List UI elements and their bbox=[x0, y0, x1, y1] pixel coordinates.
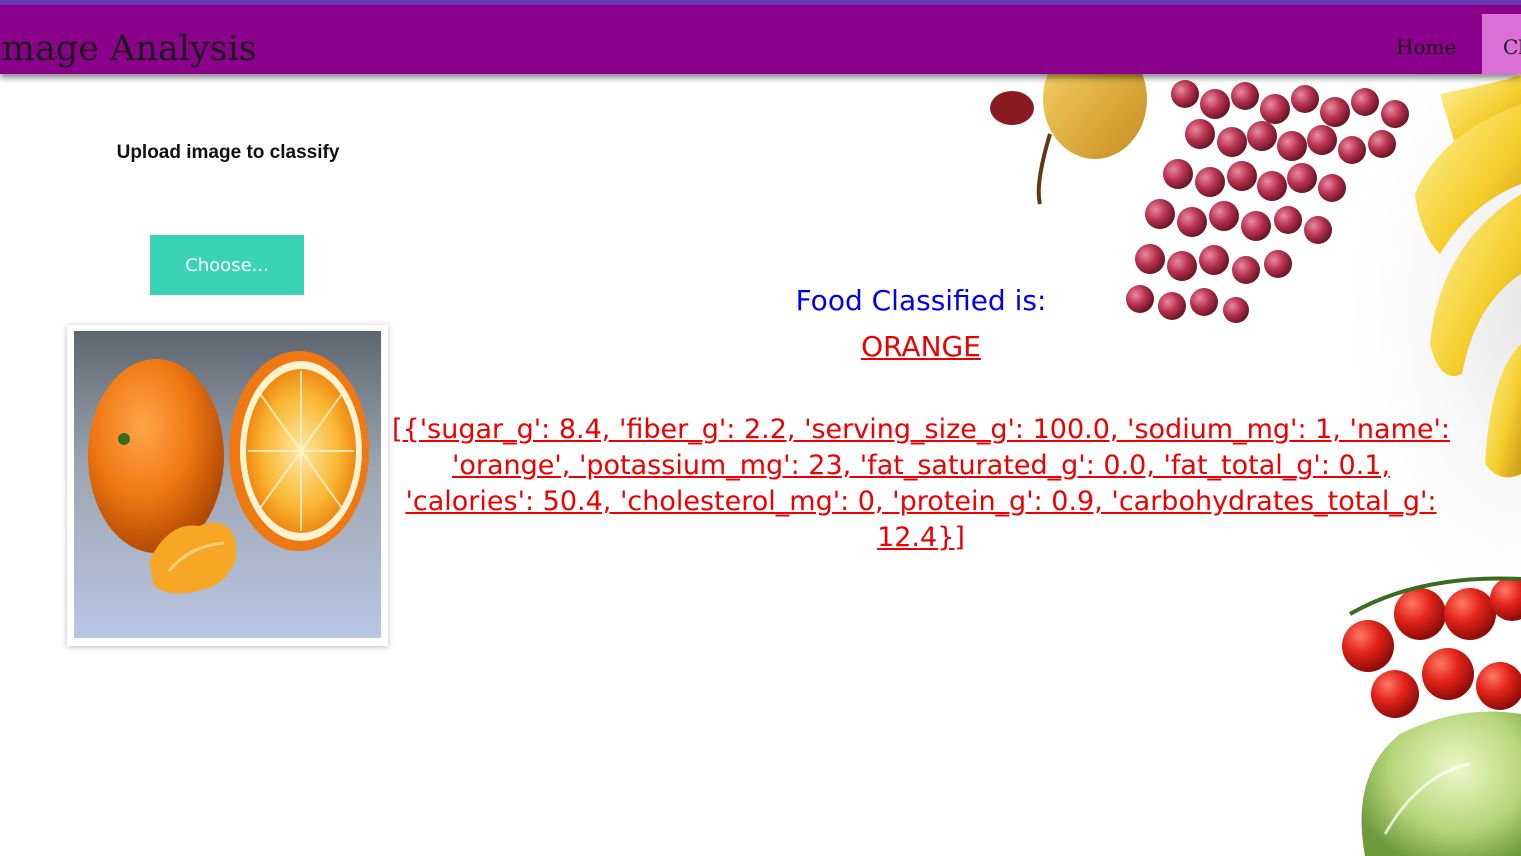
navbar: ion Image Analysis Home Cl bbox=[0, 5, 1521, 74]
upload-label: Upload image to classify bbox=[116, 142, 340, 163]
orange-photo bbox=[74, 331, 381, 638]
uploaded-image-preview bbox=[67, 325, 388, 646]
nav-link-classify[interactable]: Cl bbox=[1482, 14, 1521, 74]
nav-link-home[interactable]: Home bbox=[1396, 35, 1456, 59]
result-title: Food Classified is: bbox=[795, 284, 1047, 317]
nutrition-info-text[interactable]: [{'sugar_g': 8.4, 'fiber_g': 2.2, 'servi… bbox=[392, 412, 1450, 556]
classified-food-name[interactable]: ORANGE bbox=[396, 330, 1446, 363]
nav-link-classify-label: Cl bbox=[1503, 35, 1521, 59]
site-title: ion Image Analysis bbox=[0, 29, 257, 69]
choose-file-button[interactable]: Choose... bbox=[150, 235, 304, 295]
